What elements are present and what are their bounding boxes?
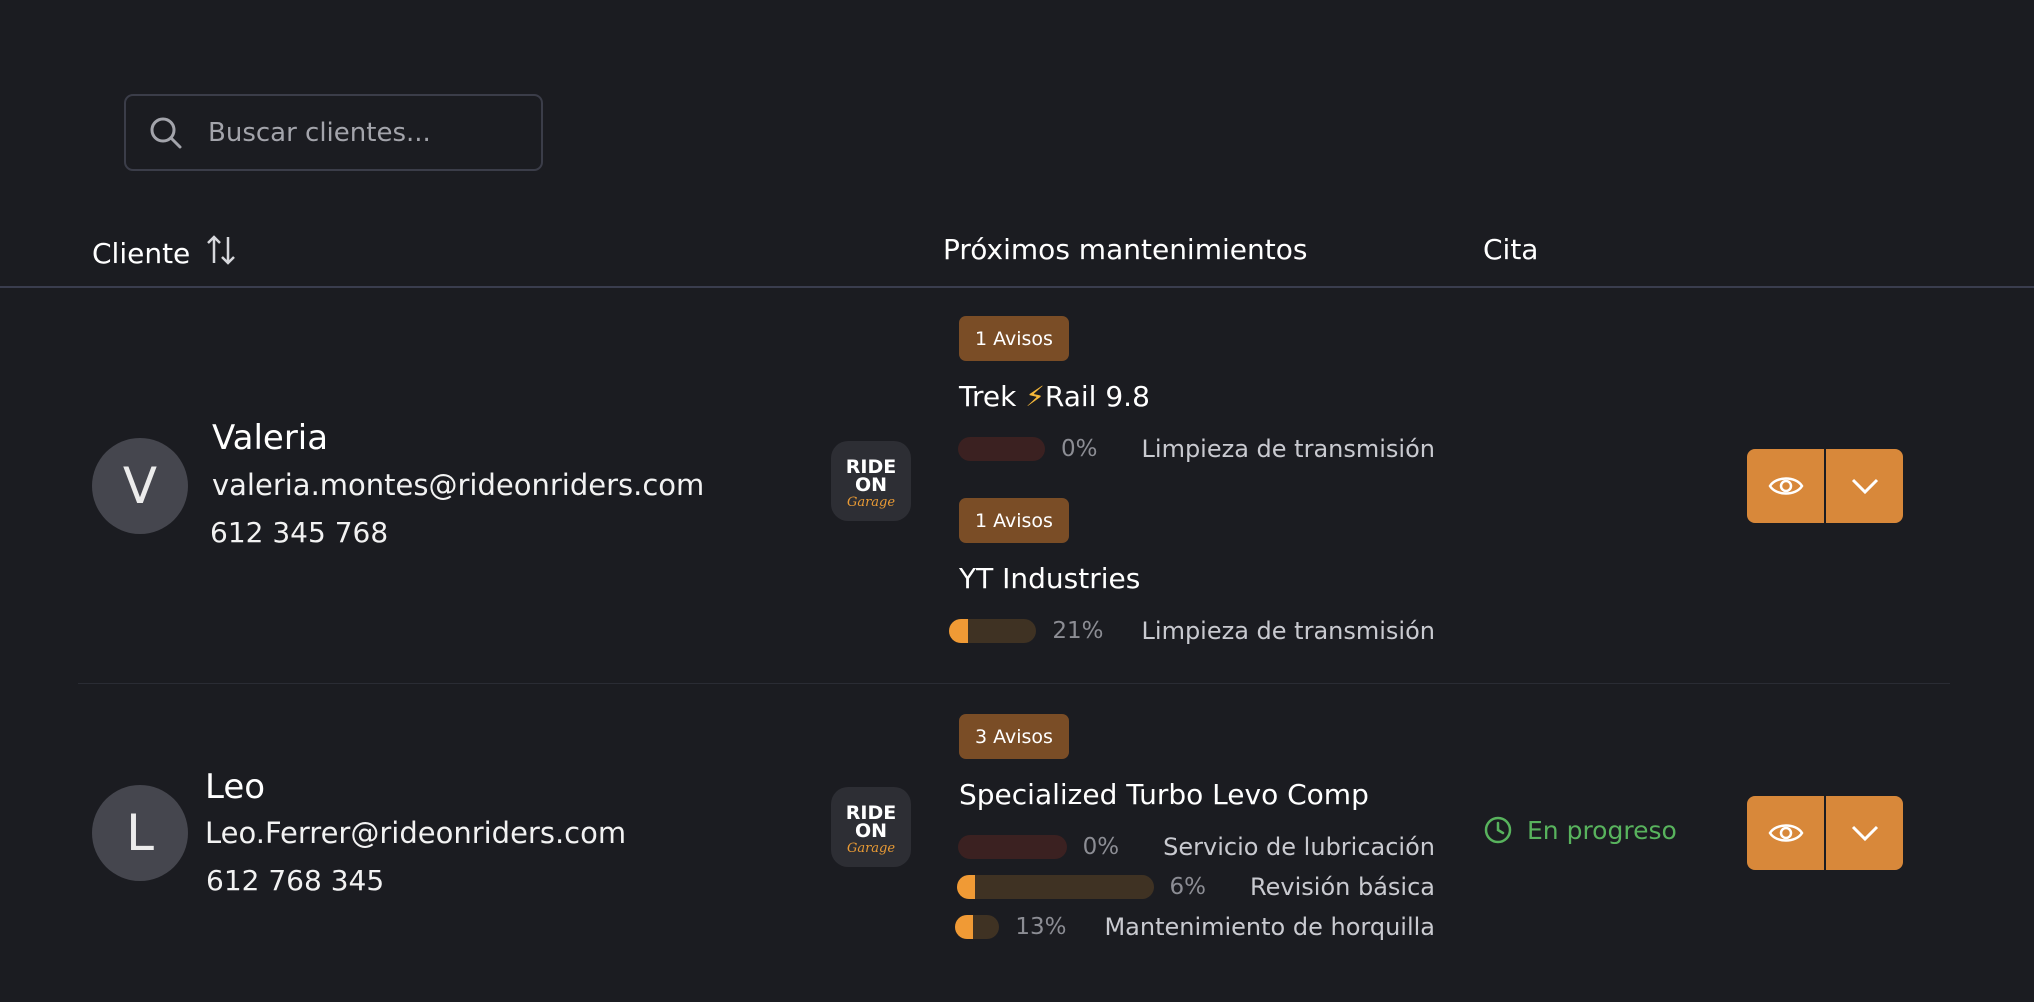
header-divider [0, 286, 2034, 288]
maintenance-name: Limpieza de transmisión [1141, 617, 1435, 645]
column-header-appointment: Cita [1483, 233, 1539, 266]
expand-button[interactable] [1826, 796, 1903, 870]
maintenance-task: 0% Servicio de lubricación [957, 832, 1435, 862]
progress-percent: 6% [1169, 874, 1207, 900]
client-phone: 612 345 768 [210, 516, 389, 549]
progress-bar [958, 437, 1046, 461]
column-header-client[interactable]: Cliente [92, 233, 236, 274]
maintenance-name: Mantenimiento de horquilla [1104, 913, 1435, 941]
client-phone: 612 768 345 [206, 864, 385, 897]
chevron-down-icon [1851, 478, 1878, 495]
progress-bar [949, 619, 1037, 643]
bike-name: Trek ⚡Rail 9.8 [959, 380, 1150, 413]
maintenance-name: Servicio de lubricación [1163, 833, 1435, 861]
sort-icon[interactable] [206, 233, 236, 274]
view-button[interactable] [1747, 449, 1824, 523]
svg-text:ON: ON [855, 474, 887, 496]
client-email: valeria.montes@rideonriders.com [212, 468, 705, 502]
ride-on-garage-logo: RIDE ON Garage [831, 441, 911, 521]
svg-text:Garage: Garage [847, 841, 895, 856]
progress-percent: 0% [1061, 436, 1098, 462]
client-name: Valeria [212, 418, 329, 458]
appointment-status-label: En progreso [1527, 815, 1677, 845]
avatar: L [92, 785, 188, 881]
progress-bar [957, 835, 1067, 859]
maintenance-task: 0% Limpieza de transmisión [958, 434, 1435, 464]
progress-bar [956, 875, 1154, 899]
search-input[interactable] [208, 117, 541, 148]
bike-name: YT Industries [959, 562, 1141, 595]
expand-button[interactable] [1826, 449, 1903, 523]
client-name: Leo [205, 767, 266, 807]
alerts-badge: 3 Avisos [959, 714, 1069, 759]
clock-icon [1484, 816, 1512, 844]
progress-percent: 21% [1052, 618, 1104, 644]
search-box[interactable] [124, 94, 543, 171]
maintenance-name: Limpieza de transmisión [1141, 435, 1435, 463]
bike-name: Specialized Turbo Levo Comp [959, 778, 1369, 811]
progress-percent: 0% [1082, 834, 1120, 860]
svg-text:ON: ON [855, 820, 887, 842]
progress-percent: 13% [1015, 914, 1067, 940]
row-divider [78, 683, 1950, 684]
lightning-icon: ⚡ [1025, 380, 1045, 413]
svg-text:Garage: Garage [847, 495, 895, 510]
alerts-badge: 1 Avisos [959, 316, 1069, 361]
eye-icon [1768, 477, 1803, 495]
column-header-client-label: Cliente [92, 237, 191, 270]
maintenance-task: 21% Limpieza de transmisión [949, 616, 1435, 646]
search-icon [148, 115, 184, 151]
client-email: Leo.Ferrer@rideonriders.com [205, 816, 627, 850]
chevron-down-icon [1851, 825, 1878, 842]
maintenance-name: Revisión básica [1250, 873, 1435, 901]
column-header-maintenance: Próximos mantenimientos [943, 233, 1308, 266]
avatar: V [92, 438, 188, 534]
maintenance-task: 6% Revisión básica [956, 872, 1435, 902]
row-actions [1747, 449, 1903, 523]
progress-bar [955, 915, 1000, 939]
view-button[interactable] [1747, 796, 1824, 870]
appointment-status: En progreso [1483, 815, 1677, 845]
ride-on-garage-logo: RIDE ON Garage [831, 787, 911, 867]
row-actions [1747, 796, 1903, 870]
eye-icon [1768, 824, 1803, 842]
alerts-badge: 1 Avisos [959, 498, 1069, 543]
maintenance-task: 13% Mantenimiento de horquilla [955, 912, 1435, 942]
